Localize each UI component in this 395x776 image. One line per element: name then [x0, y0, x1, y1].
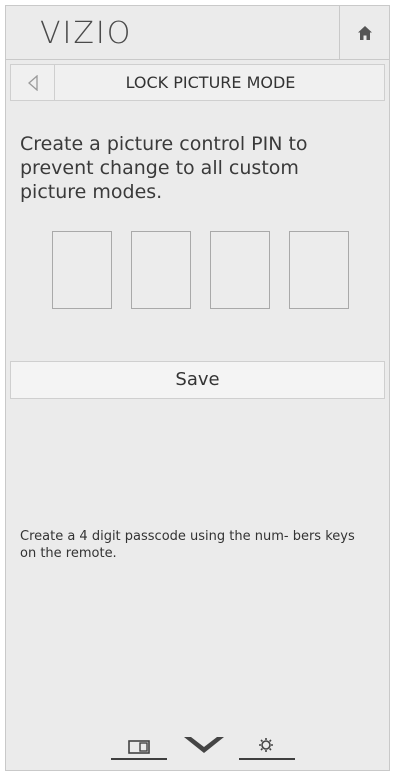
pin-digit-3[interactable]: [210, 231, 270, 309]
input-underline: [111, 758, 167, 760]
input-icon: [128, 740, 150, 754]
pin-digit-1[interactable]: [52, 231, 112, 309]
settings-underline: [239, 758, 295, 760]
home-icon: [357, 25, 372, 40]
vizio-v-icon: [184, 737, 224, 753]
pin-digit-2[interactable]: [131, 231, 191, 309]
brand-logo: VIZIO: [40, 16, 133, 51]
menu-nav-bar: LOCK PICTURE MODE: [10, 64, 385, 101]
instruction-text: Create a picture control PIN to prevent …: [20, 133, 308, 203]
vizio-menu-button[interactable]: [181, 734, 227, 758]
home-button[interactable]: [339, 6, 389, 59]
bottom-nav: [101, 732, 301, 762]
page-title: LOCK PICTURE MODE: [125, 73, 296, 92]
remote-menu-panel: VIZIO LOCK PICTURE MODE Create a picture…: [5, 5, 390, 771]
settings-gear-icon: [259, 738, 273, 752]
pin-entry: [52, 231, 352, 311]
back-arrow-icon: [27, 74, 38, 91]
hint-text: Create a 4 digit passcode using the num-…: [20, 529, 355, 561]
pin-digit-4[interactable]: [289, 231, 349, 309]
settings-button[interactable]: [239, 736, 293, 758]
save-button[interactable]: Save: [10, 361, 385, 399]
header: VIZIO: [6, 6, 389, 60]
back-button[interactable]: [11, 65, 55, 100]
